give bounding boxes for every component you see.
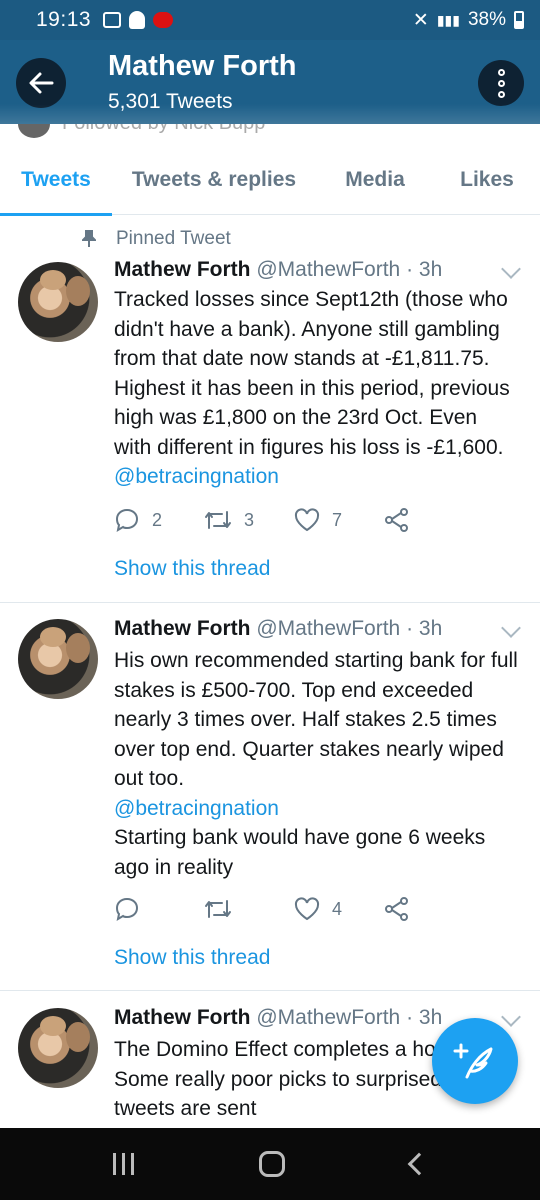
tweet-time: · 3h [406, 1006, 443, 1029]
dot-icon [497, 79, 505, 87]
share-button[interactable] [384, 896, 474, 922]
recent-bar-icon [130, 1153, 134, 1175]
tweet-time: · 3h [406, 617, 443, 640]
tweet-text: His own recommended starting bank for fu… [114, 646, 519, 882]
news-app-icon [153, 12, 174, 28]
pin-icon [82, 230, 96, 247]
chevron-down-icon[interactable] [501, 259, 521, 279]
tweet-header: Mathew Forth @MathewForth · 3h [114, 1006, 442, 1030]
gallery-icon [103, 12, 122, 28]
tweet-time: · 3h [406, 258, 443, 281]
signal-icon: ▮▮▮ [436, 11, 460, 28]
heart-icon [294, 897, 320, 921]
tweet-text-content: His own recommended starting bank for fu… [114, 649, 518, 790]
recent-apps-button[interactable] [112, 1153, 134, 1175]
avatar[interactable] [18, 619, 98, 699]
mention-link[interactable]: @betracingnation [114, 797, 279, 820]
reply-button[interactable] [114, 896, 204, 922]
profile-tabs: Tweets Tweets & replies Media Likes [0, 145, 540, 216]
tweet-text-content: Tracked losses since Sept12th (those who… [114, 288, 510, 459]
android-nav-bar [0, 1128, 540, 1200]
battery-text: 38% [467, 9, 506, 30]
tweet-card[interactable]: Mathew Forth @MathewForth · 3h His own r… [0, 603, 540, 991]
mention-link[interactable]: @betracingnation [114, 465, 279, 488]
author-handle: @MathewForth [256, 258, 401, 281]
reply-icon [115, 508, 139, 533]
tweet-header: Mathew Forth @MathewForth · 3h [114, 617, 442, 641]
avatar[interactable] [18, 1008, 98, 1088]
like-count: 7 [332, 509, 343, 530]
profile-header: Mathew Forth 5,301 Tweets [0, 40, 540, 124]
dot-icon [497, 90, 505, 98]
retweet-count: 3 [244, 509, 255, 530]
arrow-left-icon [29, 72, 54, 94]
tweet-actions: 2 3 7 [114, 505, 474, 535]
tweet-header: Mathew Forth @MathewForth · 3h [114, 258, 442, 282]
back-button[interactable] [16, 58, 66, 108]
share-icon [385, 508, 408, 532]
battery-icon [514, 11, 524, 29]
author-name[interactable]: Mathew Forth [114, 258, 251, 281]
chevron-down-icon[interactable] [501, 1007, 521, 1027]
reply-button[interactable]: 2 [114, 507, 204, 533]
tab-tweets[interactable]: Tweets [0, 145, 112, 216]
mute-icon: ✕ [412, 9, 429, 31]
followed-by-strip: Followed by Nick Bupp [0, 124, 540, 138]
follower-avatar [18, 124, 50, 138]
like-button[interactable]: 7 [294, 508, 384, 532]
tab-tweets-replies[interactable]: Tweets & replies [112, 145, 316, 215]
pinned-tweet-text: Pinned Tweet [116, 228, 231, 249]
followed-by-text: Followed by Nick Bupp [62, 124, 265, 135]
retweet-icon [205, 511, 231, 529]
reply-icon [115, 897, 139, 922]
retweet-button[interactable] [204, 897, 294, 921]
snapchat-icon [129, 11, 146, 29]
tweet-text: Tracked losses since Sept12th (those who… [114, 285, 519, 492]
show-thread-link[interactable]: Show this thread [114, 557, 270, 581]
recent-bar-icon [121, 1153, 125, 1175]
status-right: ✕ ▮▮▮ 38% [413, 9, 524, 32]
author-handle: @MathewForth [256, 1006, 401, 1029]
notification-icons [103, 11, 174, 29]
compose-tweet-button[interactable] [432, 1018, 518, 1104]
compose-feather-icon [453, 1043, 493, 1079]
reply-count: 2 [152, 509, 163, 530]
like-count: 4 [332, 898, 343, 919]
author-handle: @MathewForth [256, 617, 401, 640]
recent-bar-icon [112, 1153, 116, 1175]
share-button[interactable] [384, 507, 474, 533]
tweet-count: 5,301 Tweets [108, 90, 233, 113]
tweet-actions: 4 [114, 894, 474, 924]
author-name[interactable]: Mathew Forth [114, 617, 251, 640]
heart-icon [294, 508, 320, 532]
show-thread-link[interactable]: Show this thread [114, 946, 270, 970]
status-bar: 19:13 ✕ ▮▮▮ 38% [0, 0, 540, 40]
status-time: 19:13 [36, 8, 92, 31]
tab-likes[interactable]: Likes [434, 145, 540, 215]
like-button[interactable]: 4 [294, 897, 384, 921]
retweet-icon [205, 900, 231, 918]
retweet-button[interactable]: 3 [204, 508, 294, 532]
system-back-button[interactable] [407, 1152, 431, 1176]
tab-media[interactable]: Media [316, 145, 434, 215]
tweet-card[interactable]: Pinned Tweet Mathew Forth @MathewForth ·… [0, 216, 540, 603]
more-options-button[interactable] [478, 60, 524, 106]
chevron-down-icon[interactable] [501, 618, 521, 638]
share-icon [385, 897, 408, 921]
author-name[interactable]: Mathew Forth [114, 1006, 251, 1029]
avatar[interactable] [18, 262, 98, 342]
profile-name: Mathew Forth [108, 50, 297, 82]
home-button[interactable] [259, 1151, 286, 1177]
pinned-label: Pinned Tweet [82, 228, 231, 250]
dot-icon [497, 68, 505, 76]
tweet-text-continued: Starting bank would have gone 6 weeks ag… [114, 826, 486, 879]
